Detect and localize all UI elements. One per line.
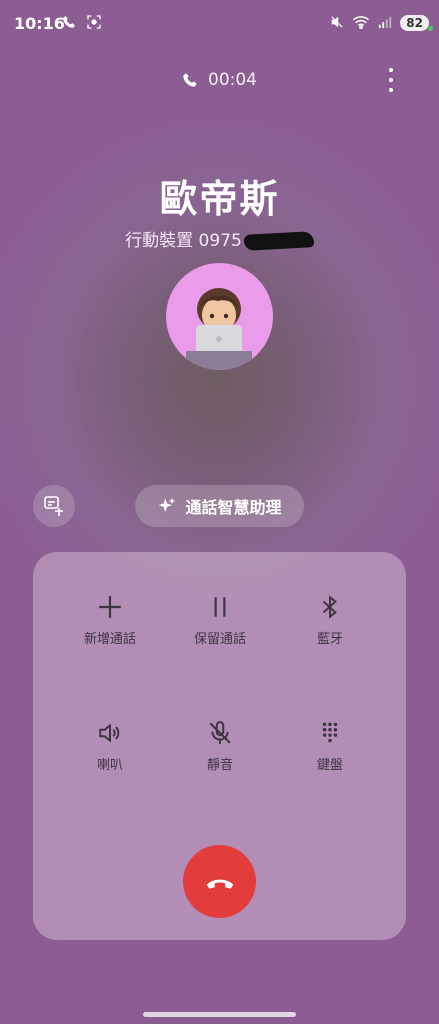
more-options-button[interactable] [381,68,401,92]
speaker-label: 喇叭 [96,758,123,773]
phone-icon [183,73,197,87]
keypad-label: 鍵盤 [316,758,343,773]
add-call-label: 新增通話 [83,632,136,647]
caller-number-line: 行動裝置 0975 [0,226,439,251]
privacy-dot [428,26,433,31]
more-dot-icon [389,78,393,82]
hold-label: 保留通話 [193,632,246,647]
status-right-icons: 82 [330,12,433,31]
phone-call-icon [63,16,75,28]
more-dot-icon [389,88,393,92]
live-translate-button[interactable] [33,485,75,527]
mic-off-icon [209,721,231,744]
caller-avatar [166,263,273,370]
bluetooth-label: 藍牙 [316,632,343,647]
mute-button[interactable]: 靜音 [165,716,275,773]
home-indicator[interactable] [143,1012,296,1017]
translate-icon [44,496,63,516]
speaker-button[interactable]: 喇叭 [55,716,165,773]
status-time: 10:16 [14,14,65,33]
redaction-mark [243,231,315,251]
bluetooth-button[interactable]: 藍牙 [275,590,385,647]
battery-level: 82 [400,15,429,31]
mute-icon [331,15,343,28]
wifi-icon [353,15,370,29]
keypad-button[interactable]: 鍵盤 [275,716,385,773]
add-call-button[interactable]: 新增通話 [55,590,165,647]
status-left-icons [62,14,102,30]
caller-name: 歐帝斯 [159,177,280,221]
screen-capture-icon [87,15,101,29]
hold-button[interactable]: 保留通話 [165,590,275,647]
call-timer-row: 00:04 [0,70,439,90]
caller-number: 行動裝置 0975 [125,231,242,251]
dialpad-icon [322,722,338,743]
mute-label: 靜音 [206,758,233,773]
call-assistant-button[interactable]: 通話智慧助理 [135,485,304,527]
pause-icon [214,597,226,617]
call-timer: 00:04 [208,70,257,90]
end-call-button[interactable] [183,845,256,918]
signal-icon [379,16,392,28]
call-assistant-label: 通話智慧助理 [185,498,282,517]
bluetooth-icon [322,595,337,619]
speaker-icon [99,723,120,743]
hang-up-icon [206,879,233,889]
plus-icon [99,596,121,618]
sparkle-icon [159,497,176,512]
more-dot-icon [389,68,393,72]
